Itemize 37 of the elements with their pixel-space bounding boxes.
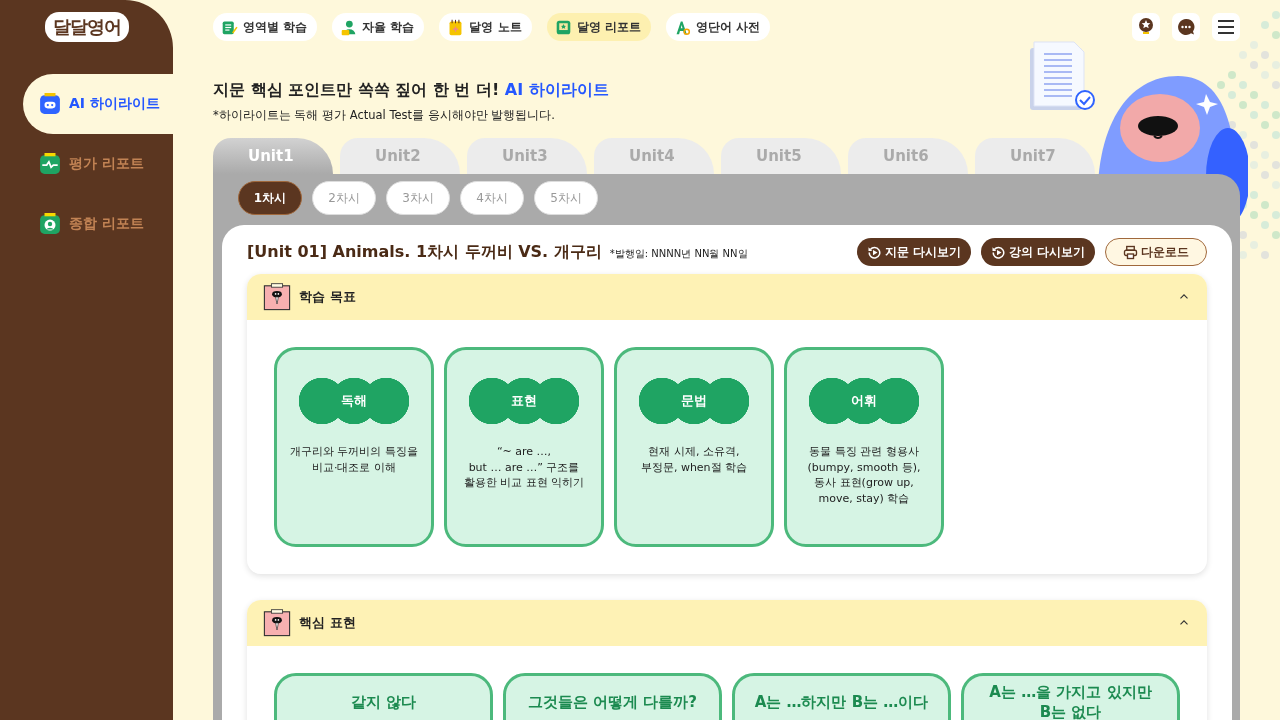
category-badge: 문법	[639, 378, 749, 424]
nav-item[interactable]: 영단어 사전	[665, 13, 770, 41]
section-title: 학습 목표	[299, 288, 357, 306]
page-headline: 지문 핵심 포인트만 쏙쏙 짚어 한 번 더! AI 하이라이트	[213, 80, 610, 101]
category-badge: 표현	[469, 378, 579, 424]
replay-button[interactable]: 강의 다시보기	[981, 238, 1095, 266]
sidebar-item[interactable]: 종합 리포트	[23, 194, 173, 254]
section-header[interactable]: 학습 목표	[247, 274, 1207, 320]
lesson-title: [Unit 01] Animals. 1차시 두꺼비 VS. 개구리	[247, 241, 602, 263]
lesson-tab[interactable]: 2차시	[312, 181, 376, 215]
nav-item[interactable]: 달영 리포트	[546, 13, 651, 41]
page-note: *하이라이트는 독해 평가 Actual Test를 응시해야만 발행됩니다.	[213, 108, 556, 123]
category-badge: 독해	[299, 378, 409, 424]
nav-item[interactable]: 영역별 학습	[213, 13, 318, 41]
category-badge: 어휘	[809, 378, 919, 424]
section-title: 핵심 표현	[299, 614, 357, 632]
section-header[interactable]: 핵심 표현	[247, 600, 1207, 646]
download-button[interactable]: 다운로드	[1105, 238, 1207, 266]
lesson-tab[interactable]: 1차시	[238, 181, 302, 215]
sidebar-item[interactable]: 평가 리포트	[23, 134, 173, 194]
goal-text: 현재 시제, 소유격, 부정문, when절 학습	[640, 444, 748, 475]
issue-date: *발행일: NNNN년 NN월 NN일	[609, 246, 748, 261]
goal-text: “~ are …, but … are …” 구조를 활용한 비교 표현 익히기	[463, 444, 585, 491]
goal-text: 개구리와 두꺼비의 특징을 비교·대조로 이해	[290, 444, 418, 475]
replay-button[interactable]: 지문 다시보기	[856, 238, 971, 266]
expression-text: 그것들은 어떻게 다를까?	[527, 692, 698, 713]
nav-item[interactable]: 자율 학습	[332, 13, 425, 41]
lesson-tab[interactable]: 4차시	[460, 181, 524, 215]
expression-text: A는 …하지만 B는 …이다	[754, 692, 929, 713]
lesson-tab[interactable]: 5차시	[534, 181, 598, 215]
nav-item[interactable]: 달영 노트	[439, 13, 532, 41]
expression-text: A는 …을 가지고 있지만 B는 없다	[989, 682, 1152, 720]
goal-text: 동물 특징 관련 형용사 (bumpy, smooth 등), 동사 표현(grow up, move, stay) 학습	[807, 444, 921, 506]
sidebar-item[interactable]: AI 하이라이트	[23, 74, 173, 134]
lesson-tab[interactable]: 3차시	[386, 181, 450, 215]
logo[interactable]: 달달영어	[44, 12, 129, 42]
expression-text: 같지 않다	[350, 692, 417, 713]
